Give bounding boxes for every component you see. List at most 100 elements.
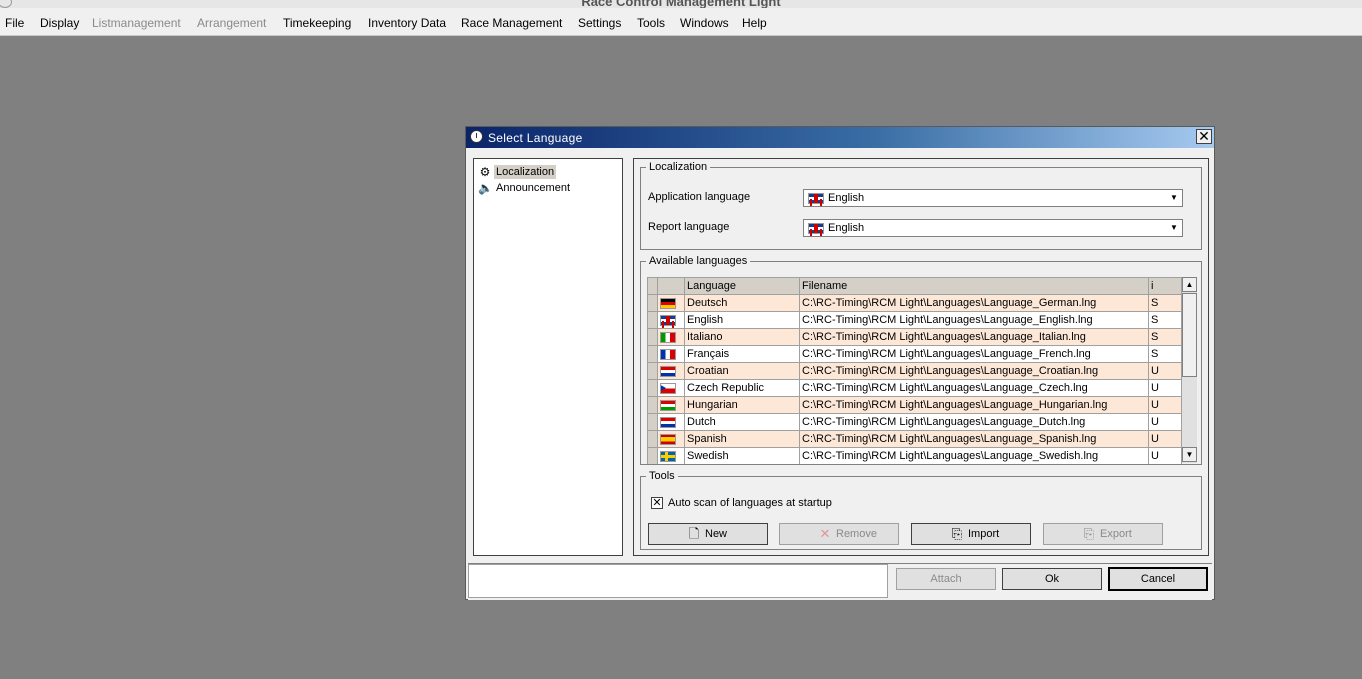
menu-listmanagement[interactable]: Listmanagement	[92, 16, 181, 30]
menu-settings[interactable]: Settings	[578, 16, 621, 30]
chevron-down-icon[interactable]: ▼	[1166, 220, 1182, 236]
report-language-value: English	[828, 222, 865, 234]
i-cell: U	[1148, 396, 1182, 414]
de-flag-icon	[660, 297, 676, 309]
language-cell: Italiano	[684, 328, 800, 346]
cancel-button-label: Cancel	[1140, 573, 1176, 585]
menu-windows[interactable]: Windows	[680, 16, 729, 30]
row-indicator	[647, 345, 658, 363]
i-cell: S	[1148, 311, 1182, 329]
i-cell: U	[1148, 362, 1182, 380]
remove-button[interactable]: ✕ Remove	[779, 523, 899, 545]
table-row[interactable]: Czech Republic C:\RC-Timing\RCM Light\Lan…	[647, 379, 1182, 397]
table-row[interactable]: Spanish C:\RC-Timing\RCM Light\Languages\…	[647, 430, 1182, 448]
table-row[interactable]: Français C:\RC-Timing\RCM Light\Languages…	[647, 345, 1182, 363]
table-row[interactable]: Deutsch C:\RC-Timing\RCM Light\Languages\…	[647, 294, 1182, 312]
menu-tools[interactable]: Tools	[637, 16, 665, 30]
nl-flag-icon	[660, 416, 676, 428]
fr-flag-icon	[660, 348, 676, 360]
language-cell: Croatian	[684, 362, 800, 380]
app-titlebar: Race Control Management Light	[0, 0, 1362, 8]
import-icon: ⎘	[951, 526, 963, 541]
language-cell: Hungarian	[684, 396, 800, 414]
dialog-footer: Attach Ok Cancel	[468, 563, 1212, 600]
nav-tree: ⚙ Localization 🔈 Announcement	[473, 158, 623, 556]
i-cell: S	[1148, 294, 1182, 312]
table-row[interactable]: Hungarian C:\RC-Timing\RCM Light\Language…	[647, 396, 1182, 414]
footer-blank-area	[468, 564, 888, 598]
row-indicator	[647, 294, 658, 312]
available-languages-group: Available languages Language Filename i …	[640, 255, 1202, 465]
import-button[interactable]: ⎘ Import	[911, 523, 1031, 545]
flag-cell	[657, 379, 685, 397]
localization-legend: Localization	[649, 161, 708, 173]
flag-cell	[657, 413, 685, 431]
attach-button-label: Attach	[930, 573, 962, 585]
vertical-scrollbar[interactable]: ▲ ▼	[1182, 277, 1197, 463]
app-title: Race Control Management Light	[581, 0, 781, 8]
table-row[interactable]: Swedish C:\RC-Timing\RCM Light\Languages\…	[647, 447, 1182, 464]
export-button[interactable]: ⎘ Export	[1043, 523, 1163, 545]
flag-cell	[657, 396, 685, 414]
tools-legend: Tools	[649, 470, 675, 482]
menu-file[interactable]: File	[5, 16, 24, 30]
table-row[interactable]: English C:\RC-Timing\RCM Light\Languages\…	[647, 311, 1182, 329]
column-header[interactable]	[647, 277, 658, 295]
filename-cell: C:\RC-Timing\RCM Light\Languages\Languag…	[799, 294, 1149, 312]
uk-flag-icon	[808, 223, 824, 234]
language-cell: Dutch	[684, 413, 800, 431]
hr-flag-icon	[660, 365, 676, 377]
speaker-icon: 🔈	[478, 181, 493, 195]
select-language-dialog: Select Language ✕ ⚙ Localization 🔈 Annou…	[465, 126, 1215, 600]
language-cell: Français	[684, 345, 800, 363]
column-header-i[interactable]: i	[1148, 277, 1182, 295]
table-header-row: Language Filename i	[647, 277, 1182, 295]
app-language-select[interactable]: English ▼	[803, 189, 1183, 207]
nav-item-label: Announcement	[496, 182, 570, 194]
languages-table: Language Filename i Deutsch C:\RC-Timing\…	[647, 277, 1182, 464]
it-flag-icon	[660, 331, 676, 343]
table-row[interactable]: Dutch C:\RC-Timing\RCM Light\Languages\La…	[647, 413, 1182, 431]
scroll-down-icon[interactable]: ▼	[1182, 447, 1197, 462]
filename-cell: C:\RC-Timing\RCM Light\Languages\Languag…	[799, 447, 1149, 464]
attach-button[interactable]: Attach	[896, 568, 996, 590]
filename-cell: C:\RC-Timing\RCM Light\Languages\Languag…	[799, 345, 1149, 363]
language-cell: Swedish	[684, 447, 800, 464]
column-header-filename[interactable]: Filename	[799, 277, 1149, 295]
report-language-select[interactable]: English ▼	[803, 219, 1183, 237]
ok-button-label: Ok	[1044, 573, 1060, 585]
filename-cell: C:\RC-Timing\RCM Light\Languages\Languag…	[799, 362, 1149, 380]
report-language-label: Report language	[648, 221, 730, 233]
menu-inventory-data[interactable]: Inventory Data	[368, 16, 446, 30]
chevron-down-icon[interactable]: ▼	[1166, 190, 1182, 206]
row-indicator	[647, 379, 658, 397]
languages-grid: Language Filename i Deutsch C:\RC-Timing\…	[647, 277, 1197, 464]
close-button[interactable]: ✕	[1196, 129, 1212, 144]
se-flag-icon	[660, 450, 676, 462]
row-indicator	[647, 430, 658, 448]
row-indicator	[647, 311, 658, 329]
menu-timekeeping[interactable]: Timekeeping	[283, 16, 351, 30]
table-row[interactable]: Croatian C:\RC-Timing\RCM Light\Languages…	[647, 362, 1182, 380]
flag-cell	[657, 430, 685, 448]
menu-race-management[interactable]: Race Management	[461, 16, 562, 30]
column-header-language[interactable]: Language	[684, 277, 800, 295]
table-row[interactable]: Italiano C:\RC-Timing\RCM Light\Languages…	[647, 328, 1182, 346]
dialog-titlebar: Select Language ✕	[466, 127, 1214, 148]
settings-panel: Localization Application language Englis…	[633, 158, 1209, 556]
scroll-up-icon[interactable]: ▲	[1182, 277, 1197, 292]
menu-arrangement[interactable]: Arrangement	[197, 16, 266, 30]
autoscan-checkbox[interactable]: ✕	[651, 497, 663, 509]
flag-cell	[657, 311, 685, 329]
flag-cell	[657, 447, 685, 464]
language-cell: Deutsch	[684, 294, 800, 312]
menu-help[interactable]: Help	[742, 16, 767, 30]
i-cell: U	[1148, 413, 1182, 431]
scroll-thumb[interactable]	[1182, 293, 1197, 377]
ok-button[interactable]: Ok	[1002, 568, 1102, 590]
new-button[interactable]: 🗋 New	[648, 523, 768, 545]
menu-display[interactable]: Display	[40, 16, 79, 30]
filename-cell: C:\RC-Timing\RCM Light\Languages\Languag…	[799, 311, 1149, 329]
column-header[interactable]	[657, 277, 685, 295]
cancel-button[interactable]: Cancel	[1108, 567, 1208, 591]
